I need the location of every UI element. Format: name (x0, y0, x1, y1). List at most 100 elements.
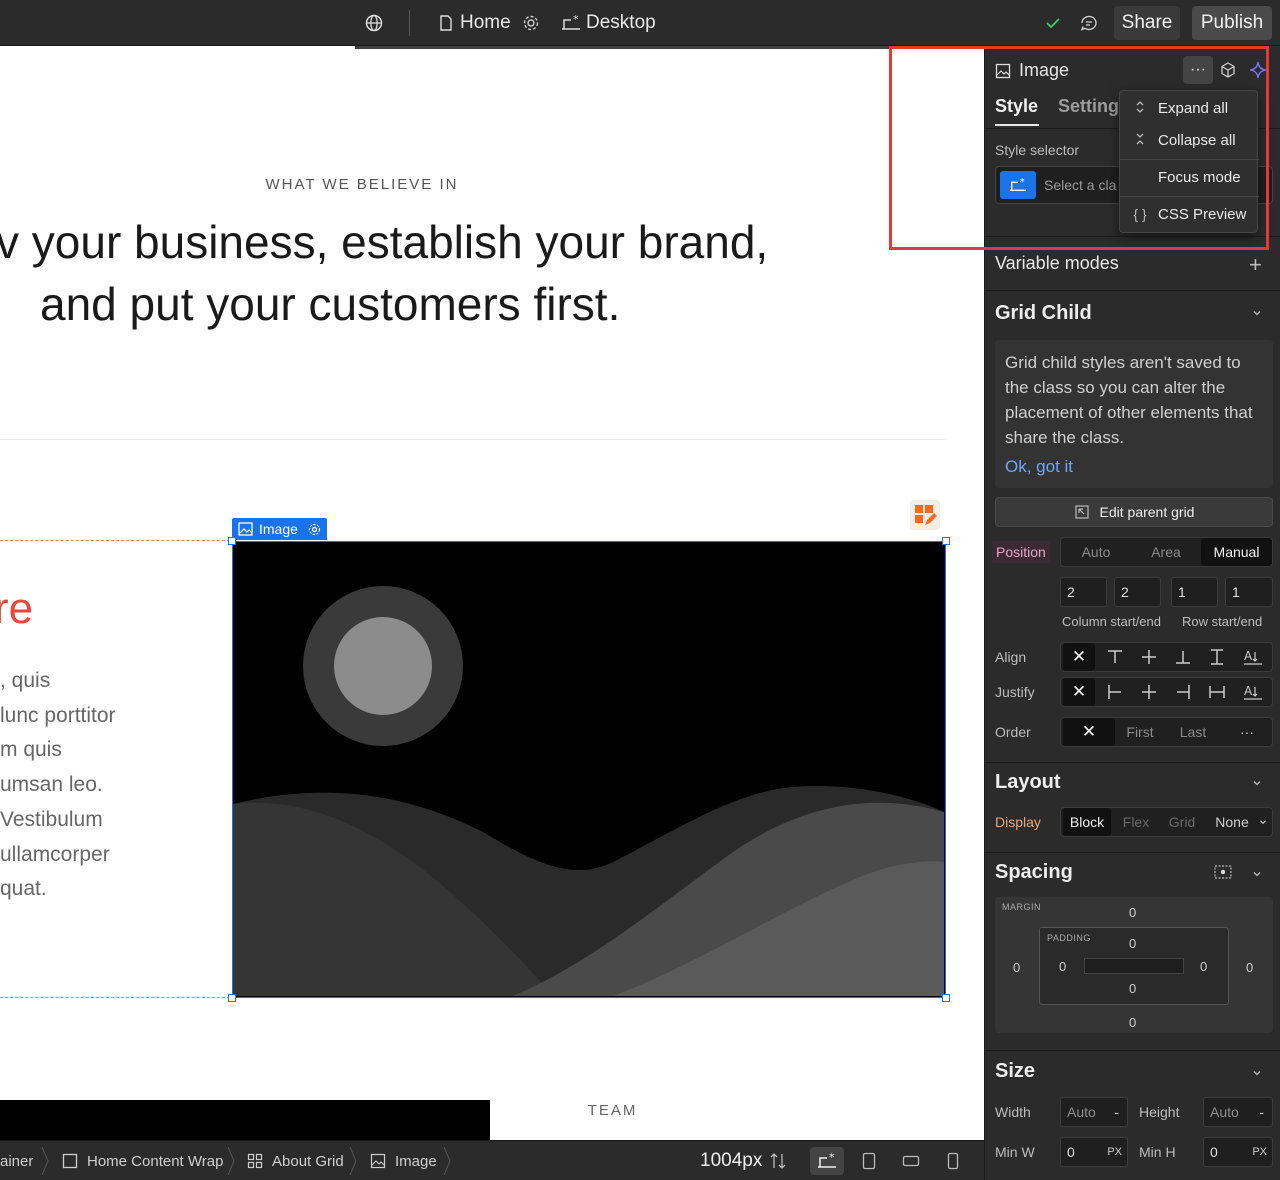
row-start-input[interactable]: 1 (1171, 577, 1218, 607)
chevron-down-icon[interactable] (1251, 776, 1263, 794)
spacing-mode-icon[interactable] (1213, 863, 1233, 886)
resize-handle-top-right[interactable] (942, 537, 950, 545)
min-width-input[interactable]: 0 PX (1060, 1137, 1128, 1167)
comment-icon[interactable] (1079, 0, 1099, 46)
display-none[interactable]: None (1207, 808, 1257, 836)
column-end-input[interactable]: 2 (1114, 577, 1161, 607)
device-portrait-button[interactable] (936, 1147, 970, 1175)
publish-button[interactable]: Publish (1192, 6, 1272, 40)
tab-style[interactable]: Style (995, 96, 1038, 117)
svg-text:A: A (1244, 649, 1253, 663)
align-start-icon[interactable] (1099, 643, 1131, 671)
braces-icon: { } (1133, 206, 1147, 222)
breakpoint-selector[interactable]: * Desktop (560, 0, 656, 46)
align-stretch-icon[interactable] (1201, 643, 1233, 671)
device-tablet-button[interactable] (852, 1147, 886, 1175)
share-button[interactable]: Share (1114, 6, 1180, 40)
chevron-down-icon[interactable] (1251, 1066, 1263, 1084)
page-selector[interactable]: Home (438, 0, 511, 46)
order-more-icon[interactable]: ··· (1225, 718, 1269, 746)
column-start-input[interactable]: 2 (1060, 577, 1107, 607)
resize-handle-bottom-right[interactable] (942, 994, 950, 1002)
breadcrumb-item-home-content-wrap[interactable]: Home Content Wrap (62, 1141, 223, 1180)
edit-parent-grid-button[interactable]: Edit parent grid (995, 497, 1273, 527)
add-variable-mode-icon[interactable]: + (1249, 252, 1262, 278)
justify-baseline-icon[interactable]: A (1235, 678, 1271, 706)
justify-end-icon[interactable] (1167, 678, 1199, 706)
page-settings-icon[interactable] (522, 0, 540, 46)
position-auto[interactable]: Auto (1061, 538, 1131, 566)
ai-sparkle-icon[interactable] (1249, 61, 1267, 84)
menu-item-css-preview[interactable]: { } CSS Preview (1120, 199, 1259, 229)
order-last[interactable]: Last (1167, 718, 1219, 746)
align-baseline-icon[interactable]: A (1235, 643, 1271, 671)
grid-edit-icon[interactable] (910, 500, 940, 530)
topbar-divider (409, 10, 410, 36)
resize-handle-top-left[interactable] (228, 537, 236, 545)
order-first[interactable]: First (1117, 718, 1163, 746)
column-body: , quis lunc porttitor m quis umsan leo. … (0, 664, 116, 907)
svg-text:*: * (573, 14, 579, 26)
justify-start-icon[interactable] (1099, 678, 1131, 706)
display-flex[interactable]: Flex (1113, 808, 1159, 836)
more-options-menu: Expand all Collapse all Focus mode { } C… (1119, 90, 1259, 233)
chevron-down-icon[interactable] (1251, 867, 1263, 885)
menu-item-expand-all[interactable]: Expand all (1120, 93, 1259, 123)
align-end-icon[interactable] (1167, 643, 1199, 671)
row-end-input[interactable]: 1 (1225, 577, 1273, 607)
globe-icon[interactable] (364, 0, 384, 46)
breadcrumb-item-container[interactable]: ainer (0, 1141, 33, 1180)
tab-settings[interactable]: Setting (1058, 96, 1119, 117)
min-height-input[interactable]: 0 PX (1203, 1137, 1273, 1167)
display-grid[interactable]: Grid (1159, 808, 1205, 836)
position-area[interactable]: Area (1131, 538, 1201, 566)
resize-handle-bottom-left[interactable] (228, 994, 236, 1002)
more-options-button[interactable]: ··· (1183, 56, 1213, 84)
component-icon[interactable] (1219, 61, 1237, 84)
selected-element-tag[interactable]: Image (232, 518, 327, 540)
menu-divider (1120, 159, 1259, 160)
justify-stretch-icon[interactable] (1201, 678, 1233, 706)
body-line: umsan leo. (0, 773, 103, 797)
device-desktop-button[interactable]: * (810, 1147, 844, 1175)
padding-right-value[interactable]: 0 (1200, 959, 1207, 974)
justify-segmented: ✕ A (1060, 677, 1273, 707)
align-center-icon[interactable] (1133, 643, 1165, 671)
justify-none-icon[interactable]: ✕ (1063, 678, 1095, 706)
margin-bottom-value[interactable]: 0 (1129, 1015, 1136, 1030)
canvas-width-readout[interactable]: 1004px (700, 1141, 786, 1180)
selected-image[interactable] (232, 541, 946, 998)
edit-parent-grid-label: Edit parent grid (1099, 504, 1195, 520)
element-settings-icon[interactable] (308, 523, 321, 536)
headline-line-2: and put your customers first. (40, 278, 621, 330)
width-adjust-icon (770, 1153, 786, 1169)
info-dismiss-link[interactable]: Ok, got it (1005, 454, 1263, 479)
phone-landscape-icon (902, 1155, 920, 1167)
min-height-unit: PX (1252, 1146, 1267, 1158)
order-none-icon[interactable]: ✕ (1063, 718, 1115, 746)
margin-left-value[interactable]: 0 (1013, 960, 1020, 975)
body-line: lunc porttitor (0, 703, 116, 727)
section-eyebrow: WHAT WE BELIEVE IN (265, 176, 459, 193)
menu-item-collapse-all[interactable]: Collapse all (1120, 125, 1259, 155)
justify-center-icon[interactable] (1133, 678, 1165, 706)
padding-bottom-value[interactable]: 0 (1129, 981, 1136, 996)
content-box (1084, 958, 1184, 974)
justify-label: Justify (995, 684, 1035, 700)
padding-left-value[interactable]: 0 (1059, 959, 1066, 974)
height-input[interactable]: Auto - (1203, 1097, 1273, 1127)
padding-top-value[interactable]: 0 (1129, 936, 1136, 951)
width-input[interactable]: Auto - (1060, 1097, 1128, 1127)
device-landscape-button[interactable] (894, 1147, 928, 1175)
align-none-icon[interactable]: ✕ (1063, 643, 1095, 671)
margin-right-value[interactable]: 0 (1246, 960, 1253, 975)
display-dropdown-chevron-down-icon[interactable] (1255, 808, 1271, 836)
position-manual[interactable]: Manual (1201, 538, 1272, 566)
menu-item-focus-mode[interactable]: Focus mode (1120, 162, 1259, 192)
breadcrumb-item-about-grid[interactable]: About Grid (247, 1141, 344, 1180)
chevron-down-icon[interactable] (1251, 306, 1263, 324)
margin-top-value[interactable]: 0 (1129, 905, 1136, 920)
display-block[interactable]: Block (1063, 808, 1111, 836)
design-canvas[interactable]: WHAT WE BELIEVE IN v your business, esta… (0, 46, 984, 1140)
breadcrumb-item-image[interactable]: Image (370, 1141, 437, 1180)
